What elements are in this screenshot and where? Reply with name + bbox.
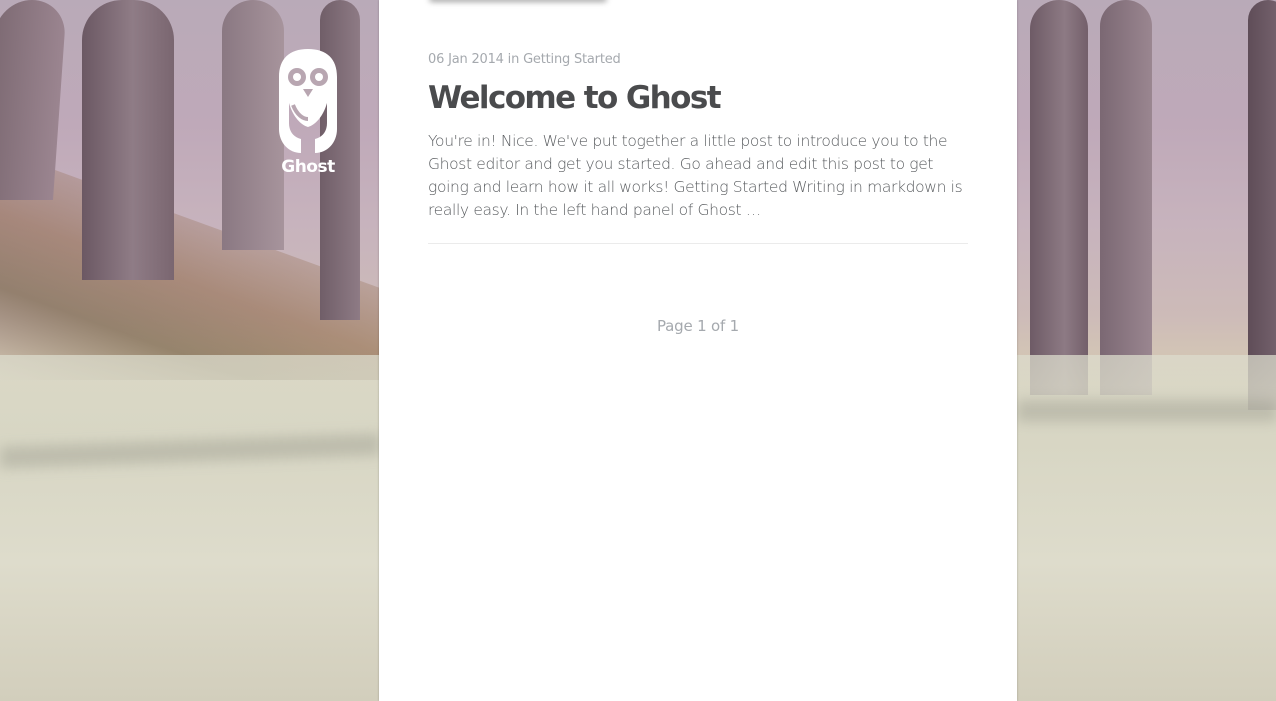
tree-trunk [0,0,67,200]
post-meta: 06 Jan 2014 in Getting Started [428,50,968,70]
main-content: 06 Jan 2014 in Getting Started Welcome t… [379,0,1017,701]
tree-trunk [1100,0,1152,395]
post-card: 06 Jan 2014 in Getting Started Welcome t… [428,50,968,222]
tree-shadow [1017,400,1276,422]
tree-trunk [1248,0,1276,410]
blog-logo-link[interactable]: Ghost [276,47,340,177]
post-date: 06 Jan 2014 [428,52,504,67]
post-divider [428,243,968,244]
blog-page: Ghost 06 Jan 2014 in Getting Started Wel… [0,0,1276,701]
tree-trunk [82,0,174,280]
post-excerpt: You're in! Nice. We've put together a li… [428,132,963,219]
post-title[interactable]: Welcome to Ghost [428,78,968,118]
blog-name: Ghost [281,157,335,177]
tree-trunk [222,0,284,250]
pagination: Page 1 of 1 [379,317,1017,335]
page-number: Page 1 of 1 [657,317,739,335]
tree-trunk [1030,0,1088,395]
ghost-owl-icon [276,47,340,155]
post-tag-prefix: in [507,52,520,67]
post-tag-link[interactable]: Getting Started [523,52,621,67]
